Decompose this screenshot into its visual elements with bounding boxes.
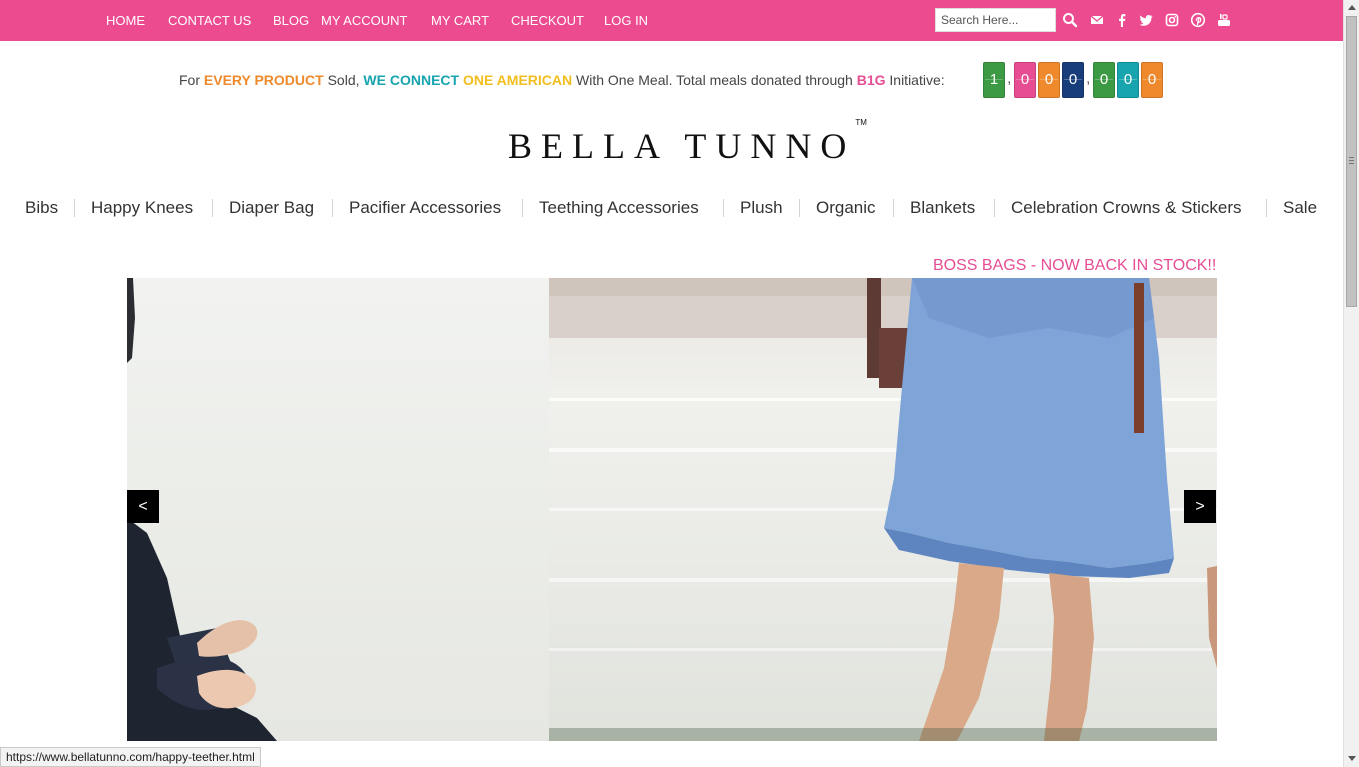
slide-image-baby[interactable] — [127, 278, 549, 741]
counter-digit: 1 — [983, 62, 1005, 98]
donation-message: For EVERY PRODUCT Sold, WE CONNECT ONE A… — [179, 72, 945, 88]
hero-slider: < > — [127, 278, 1217, 741]
category-divider — [332, 199, 333, 217]
category-divider — [522, 199, 523, 217]
counter-comma: , — [1086, 70, 1091, 87]
nav-login-link[interactable]: LOG IN — [604, 13, 648, 28]
category-diaper-bag[interactable]: Diaper Bag — [229, 198, 314, 218]
category-sale[interactable]: Sale — [1283, 198, 1317, 218]
promo-for: For — [179, 72, 204, 88]
counter-digit: 0 — [1093, 62, 1115, 98]
category-divider — [212, 199, 213, 217]
category-divider — [799, 199, 800, 217]
page-scrollbar[interactable] — [1343, 0, 1359, 767]
counter-digit: 0 — [1038, 62, 1060, 98]
category-pacifier-accessories[interactable]: Pacifier Accessories — [349, 198, 501, 218]
twitter-icon[interactable] — [1138, 12, 1154, 28]
category-nav: Bibs Happy Knees Diaper Bag Pacifier Acc… — [0, 196, 1343, 222]
category-plush[interactable]: Plush — [740, 198, 783, 218]
scroll-down-arrow-icon[interactable] — [1348, 756, 1356, 761]
thumb-grip-line — [1349, 160, 1354, 161]
site-logo[interactable]: BELLA TUNNOTM — [508, 118, 867, 167]
promo-initiative: Initiative: — [885, 72, 945, 88]
counter-comma: , — [1007, 70, 1012, 87]
promo-sold: Sold, — [323, 72, 364, 88]
nav-cart-link[interactable]: MY CART — [431, 13, 489, 28]
boss-bags-banner-link[interactable]: BOSS BAGS - NOW BACK IN STOCK!! — [933, 257, 1216, 275]
category-divider — [723, 199, 724, 217]
category-divider — [893, 199, 894, 217]
search-icon[interactable] — [1062, 12, 1078, 28]
nav-contact-link[interactable]: CONTACT US — [168, 13, 251, 28]
category-bibs[interactable]: Bibs — [25, 198, 58, 218]
facebook-icon[interactable] — [1114, 12, 1130, 28]
scrollbar-thumb[interactable] — [1346, 16, 1357, 307]
counter-digit: 0 — [1117, 62, 1139, 98]
scroll-up-arrow-icon[interactable] — [1348, 5, 1356, 10]
top-bar: HOME CONTACT US BLOG MY ACCOUNT MY CART … — [0, 0, 1343, 41]
promo-one-american: ONE AMERICAN — [462, 72, 573, 88]
instagram-icon[interactable] — [1164, 12, 1180, 28]
promo-we-connect: WE CONNECT — [363, 72, 460, 88]
thumb-grip-line — [1349, 157, 1354, 158]
youtube-icon[interactable] — [1216, 12, 1232, 28]
envelope-icon[interactable] — [1089, 12, 1105, 28]
category-divider — [74, 199, 75, 217]
slider-prev-button[interactable]: < — [127, 490, 159, 523]
category-happy-knees[interactable]: Happy Knees — [91, 198, 193, 218]
counter-digit: 0 — [1062, 62, 1084, 98]
category-teething-accessories[interactable]: Teething Accessories — [539, 198, 699, 218]
nav-home-link[interactable]: HOME — [106, 13, 145, 28]
browser-status-url: https://www.bellatunno.com/happy-teether… — [0, 747, 261, 767]
search-input[interactable] — [935, 8, 1056, 32]
thumb-grip-line — [1349, 163, 1354, 164]
nav-account-link[interactable]: MY ACCOUNT — [321, 13, 407, 28]
counter-digit: 0 — [1141, 62, 1163, 98]
promo-rest: With One Meal. Total meals donated throu… — [572, 72, 857, 88]
counter-digit: 0 — [1014, 62, 1036, 98]
logo-trademark: TM — [855, 118, 867, 127]
slide-image-woman-denim-dress[interactable] — [549, 278, 1217, 741]
logo-text: BELLA TUNNO — [508, 126, 856, 166]
pinterest-icon[interactable] — [1190, 12, 1206, 28]
slider-next-button[interactable]: > — [1184, 490, 1216, 523]
category-celebration-crowns[interactable]: Celebration Crowns & Stickers — [1011, 198, 1242, 218]
category-divider — [994, 199, 995, 217]
category-divider — [1266, 199, 1267, 217]
nav-blog-link[interactable]: BLOG — [273, 13, 309, 28]
nav-checkout-link[interactable]: CHECKOUT — [511, 13, 584, 28]
category-blankets[interactable]: Blankets — [910, 198, 975, 218]
promo-b1g: B1G — [856, 72, 886, 88]
category-organic[interactable]: Organic — [816, 198, 876, 218]
promo-every-product: EVERY PRODUCT — [203, 72, 324, 88]
